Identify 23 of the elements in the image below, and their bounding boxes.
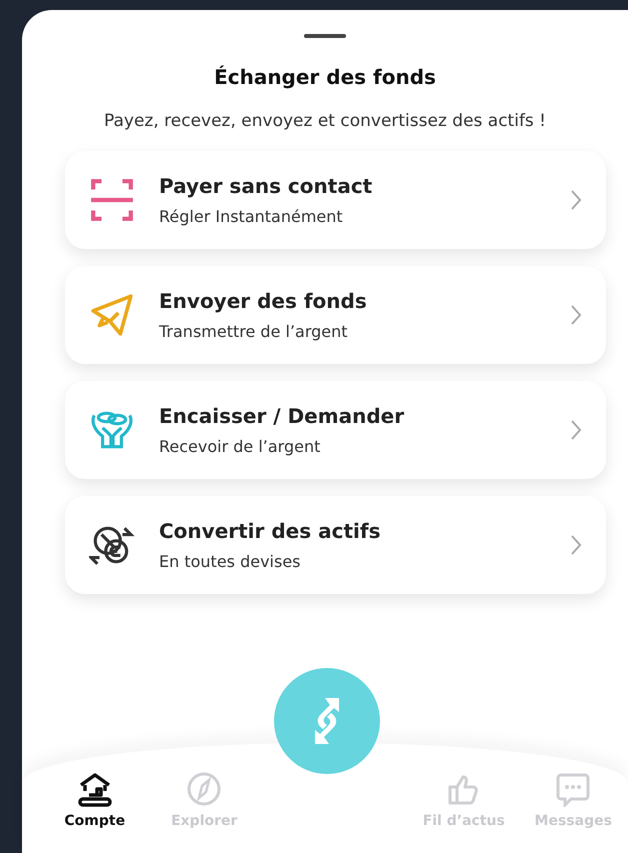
chevron-right-icon (570, 189, 582, 212)
action-subtitle: En toutes devises (159, 551, 302, 574)
speech-bubble-icon (555, 771, 592, 807)
action-title: Encaisser / Demander (159, 403, 406, 430)
action-subtitle: Transmettre de l’argent (159, 321, 349, 344)
drag-handle[interactable] (304, 34, 346, 38)
action-card[interactable]: Convertir des actifs En toutes devises (65, 496, 606, 594)
action-title: Envoyer des fonds (159, 288, 368, 316)
house-icon (76, 771, 113, 807)
action-title: Convertir des actifs (159, 518, 382, 546)
sheet-subtitle: Payez, recevez, envoyez et convertissez des actifs ! (104, 110, 546, 133)
tab-item[interactable]: Compte (40, 771, 150, 832)
action-card[interactable]: Encaisser / Demander Recevoir de l’argent (65, 381, 606, 480)
chevron-right-icon (570, 419, 582, 442)
action-subtitle: Recevoir de l’argent (159, 436, 322, 458)
chevron-right-icon (570, 534, 582, 556)
sheet-title: Échanger des fonds (214, 64, 436, 91)
action-card[interactable]: Envoyer des fonds Transmettre de l’argent (65, 266, 606, 364)
action-card[interactable]: Payer sans contact Régler Instantanément (65, 151, 606, 250)
chevron-right-icon (570, 304, 582, 326)
action-subtitle: Régler Instantanément (159, 206, 344, 228)
action-title: Payer sans contact (159, 173, 374, 200)
compass-icon (186, 771, 222, 807)
